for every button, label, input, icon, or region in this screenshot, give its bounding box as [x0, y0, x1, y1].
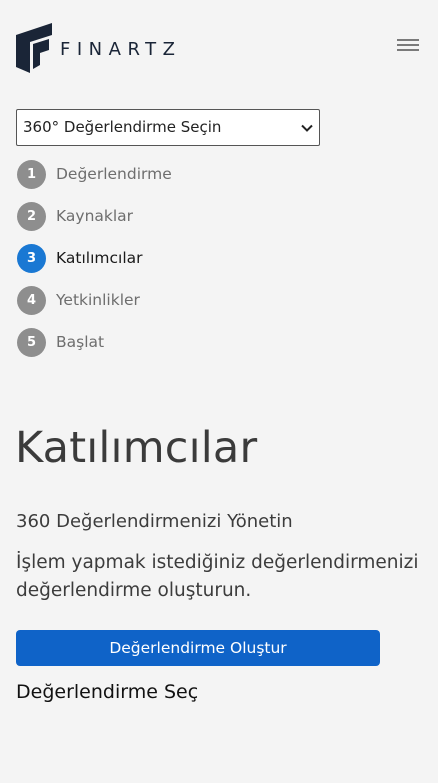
step-label: Katılımcılar [56, 249, 143, 267]
step-label: Kaynaklar [56, 207, 134, 225]
step-label: Başlat [56, 333, 105, 351]
step-sources[interactable]: 2 Kaynaklar [17, 202, 317, 244]
description-line-1: İşlem yapmak istediğiniz değerlendirmeni… [16, 552, 424, 573]
step-number: 1 [17, 160, 46, 189]
step-participants[interactable]: 3 Katılımcılar [17, 244, 317, 286]
header: FINARTZ [0, 0, 438, 90]
page-title: Katılımcılar [15, 423, 258, 473]
create-assessment-button[interactable]: Değerlendirme Oluştur [16, 630, 380, 666]
finartz-logo-icon [16, 23, 52, 73]
step-start[interactable]: 5 Başlat [17, 328, 317, 370]
select-assessment-heading: Değerlendirme Seç [16, 681, 199, 703]
step-number: 3 [17, 244, 46, 273]
step-assessment[interactable]: 1 Değerlendirme [17, 160, 317, 202]
step-number: 5 [17, 328, 46, 357]
assessment-select-value: 360° Değerlendirme Seçin [23, 118, 222, 136]
description-line-2: değerlendirme oluşturun. [16, 580, 252, 601]
chevron-down-icon [301, 124, 313, 132]
step-label: Değerlendirme [56, 165, 172, 183]
assessment-select[interactable]: 360° Değerlendirme Seçin [16, 109, 320, 146]
finartz-logo[interactable]: FINARTZ [16, 23, 181, 73]
step-number: 2 [17, 202, 46, 231]
step-label: Yetkinlikler [56, 291, 140, 309]
page-description: İşlem yapmak istediğiniz değerlendirmeni… [16, 549, 424, 605]
wizard-steps: 1 Değerlendirme 2 Kaynaklar 3 Katılımcıl… [17, 160, 317, 370]
hamburger-menu-icon[interactable] [397, 37, 419, 53]
step-number: 4 [17, 286, 46, 315]
brand-name: FINARTZ [60, 38, 182, 60]
page-subtitle: 360 Değerlendirmenizi Yönetin [16, 511, 293, 532]
step-competencies[interactable]: 4 Yetkinlikler [17, 286, 317, 328]
